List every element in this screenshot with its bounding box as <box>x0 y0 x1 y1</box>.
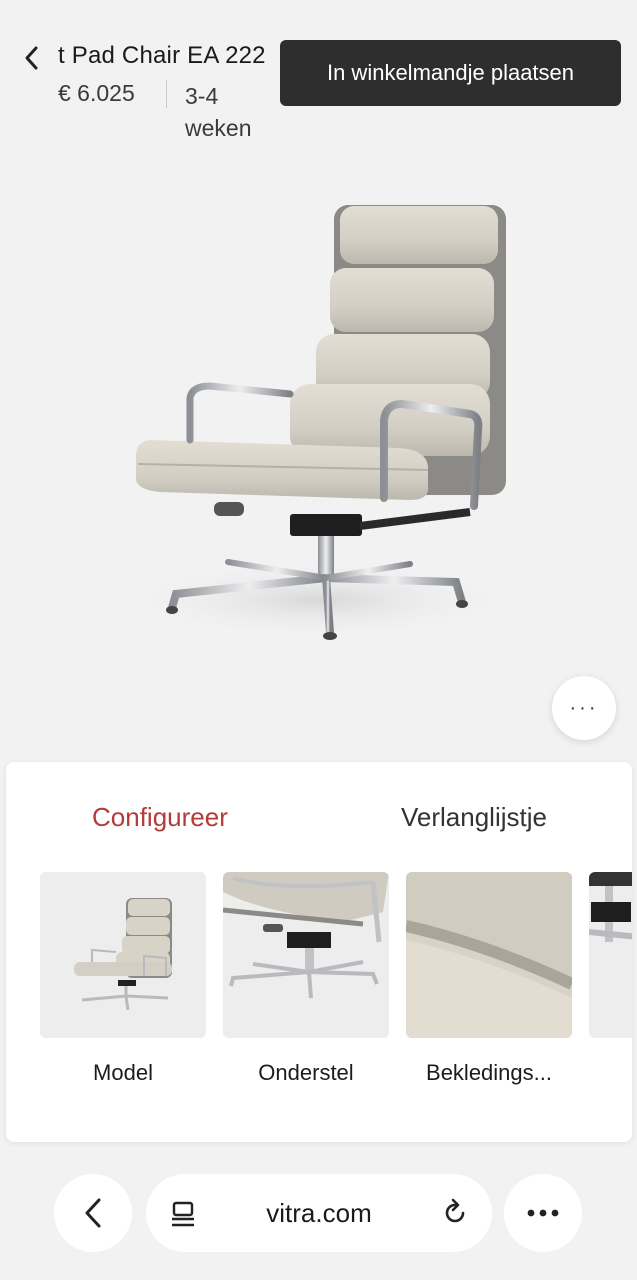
browser-menu-button[interactable] <box>504 1174 582 1252</box>
option-carousel[interactable]: Model Onderstel Bekledings... <box>40 872 632 1132</box>
delivery-time: 3-4 weken <box>185 83 252 141</box>
product-price: € 6.025 <box>58 80 135 106</box>
address-bar[interactable]: vitra.com <box>146 1174 492 1252</box>
configurator-panel: Configureer Verlanglijstje Model Onderst… <box>6 762 632 1142</box>
option-label-base: Onderstel <box>258 1060 354 1085</box>
option-upholstery[interactable]: Bekledings... <box>406 872 572 1086</box>
add-to-cart-button[interactable]: In winkelmandje plaatsen <box>280 40 621 106</box>
header-divider <box>166 80 167 108</box>
reload-icon[interactable] <box>440 1198 470 1233</box>
product-image <box>0 150 637 710</box>
back-chevron-icon[interactable] <box>18 44 46 72</box>
option-label-upholstery: Bekledings... <box>426 1060 552 1085</box>
option-armrest[interactable] <box>589 872 632 1060</box>
chair-thumbnail-icon <box>40 872 206 1038</box>
option-model[interactable]: Model <box>40 872 206 1086</box>
upholstery-thumbnail-icon <box>406 872 572 1038</box>
base-thumbnail-icon <box>223 872 389 1038</box>
more-options-button[interactable]: ··· <box>552 676 616 740</box>
armrest-thumbnail-icon <box>589 872 632 1038</box>
more-dots-icon <box>527 1209 559 1217</box>
product-title: t Pad Chair EA 222 <box>58 42 266 69</box>
option-label-model: Model <box>93 1060 153 1085</box>
browser-toolbar: vitra.com <box>0 1150 637 1280</box>
option-base[interactable]: Onderstel <box>223 872 389 1086</box>
chevron-left-icon <box>85 1198 101 1228</box>
browser-back-button[interactable] <box>54 1174 132 1252</box>
tab-configure[interactable]: Configureer <box>92 802 228 833</box>
tab-wishlist[interactable]: Verlanglijstje <box>401 802 547 833</box>
